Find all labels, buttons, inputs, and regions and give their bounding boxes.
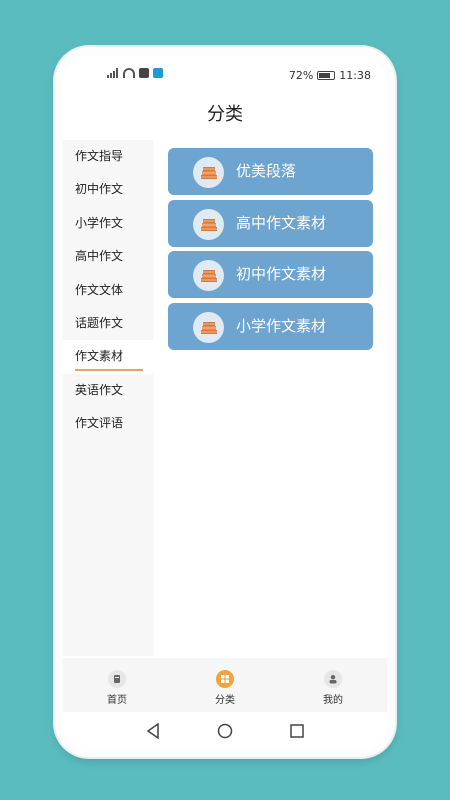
category-label: 小学作文素材 <box>236 317 327 335</box>
sidebar-item-english[interactable]: 英语作文 <box>63 374 153 407</box>
tab-category[interactable]: 分类 <box>171 658 279 712</box>
wifi-icon <box>123 68 135 78</box>
home-icon <box>108 670 126 688</box>
category-card-senior-material[interactable]: 高中作文素材 <box>168 200 373 247</box>
app-notification-icon <box>153 68 163 78</box>
back-icon[interactable] <box>142 720 164 742</box>
tab-label: 首页 <box>107 695 127 706</box>
sidebar-item-junior[interactable]: 初中作文 <box>63 173 153 206</box>
home-button-icon[interactable] <box>214 720 236 742</box>
tab-label: 分类 <box>215 695 235 706</box>
bottom-tab-bar: 首页 分类 我的 <box>63 658 387 712</box>
category-content: 优美段落 高中作文素材 初中作文素材 小学作文素材 <box>153 140 387 656</box>
status-icons-left <box>107 68 163 78</box>
tab-home[interactable]: 首页 <box>63 658 171 712</box>
sidebar-item-primary[interactable]: 小学作文 <box>63 207 153 240</box>
page-title: 分类 <box>207 104 243 125</box>
status-bar: 72% 11:38 <box>63 66 387 86</box>
sidebar-item-comment[interactable]: 作文评语 <box>63 407 153 440</box>
sidebar-item-genre[interactable]: 作文文体 <box>63 274 153 307</box>
books-icon <box>193 209 224 240</box>
books-icon <box>193 157 224 188</box>
category-icon <box>216 670 234 688</box>
tab-profile[interactable]: 我的 <box>279 658 387 712</box>
notification-icon <box>139 68 149 78</box>
battery-percent: 72% <box>288 69 314 82</box>
app-screen: 72% 11:38 分类 作文指导 初中作文 小学作文 高中作文 作文文体 话题… <box>63 56 387 750</box>
category-card-junior-material[interactable]: 初中作文素材 <box>168 251 373 298</box>
category-card-primary-material[interactable]: 小学作文素材 <box>168 303 373 350</box>
sidebar-item-material[interactable]: 作文素材 <box>63 340 153 374</box>
books-icon <box>193 260 224 291</box>
system-nav-bar <box>63 712 387 750</box>
sidebar-item-senior[interactable]: 高中作文 <box>63 240 153 273</box>
tab-label: 我的 <box>323 695 343 706</box>
recents-icon[interactable] <box>286 720 308 742</box>
sidebar-item-topic[interactable]: 话题作文 <box>63 307 153 340</box>
sidebar-item-guide[interactable]: 作文指导 <box>63 140 153 173</box>
category-sidebar: 作文指导 初中作文 小学作文 高中作文 作文文体 话题作文 作文素材 英语作文 … <box>63 140 153 656</box>
signal-icon <box>107 68 119 78</box>
category-label: 优美段落 <box>236 162 297 180</box>
profile-icon <box>324 670 342 688</box>
category-label: 高中作文素材 <box>236 214 327 232</box>
category-label: 初中作文素材 <box>236 265 327 283</box>
status-icons-right: 72% 11:38 <box>289 69 371 82</box>
books-icon <box>193 312 224 343</box>
battery-icon <box>317 71 336 80</box>
category-card-paragraphs[interactable]: 优美段落 <box>168 148 373 195</box>
status-time: 11:38 <box>339 69 371 82</box>
